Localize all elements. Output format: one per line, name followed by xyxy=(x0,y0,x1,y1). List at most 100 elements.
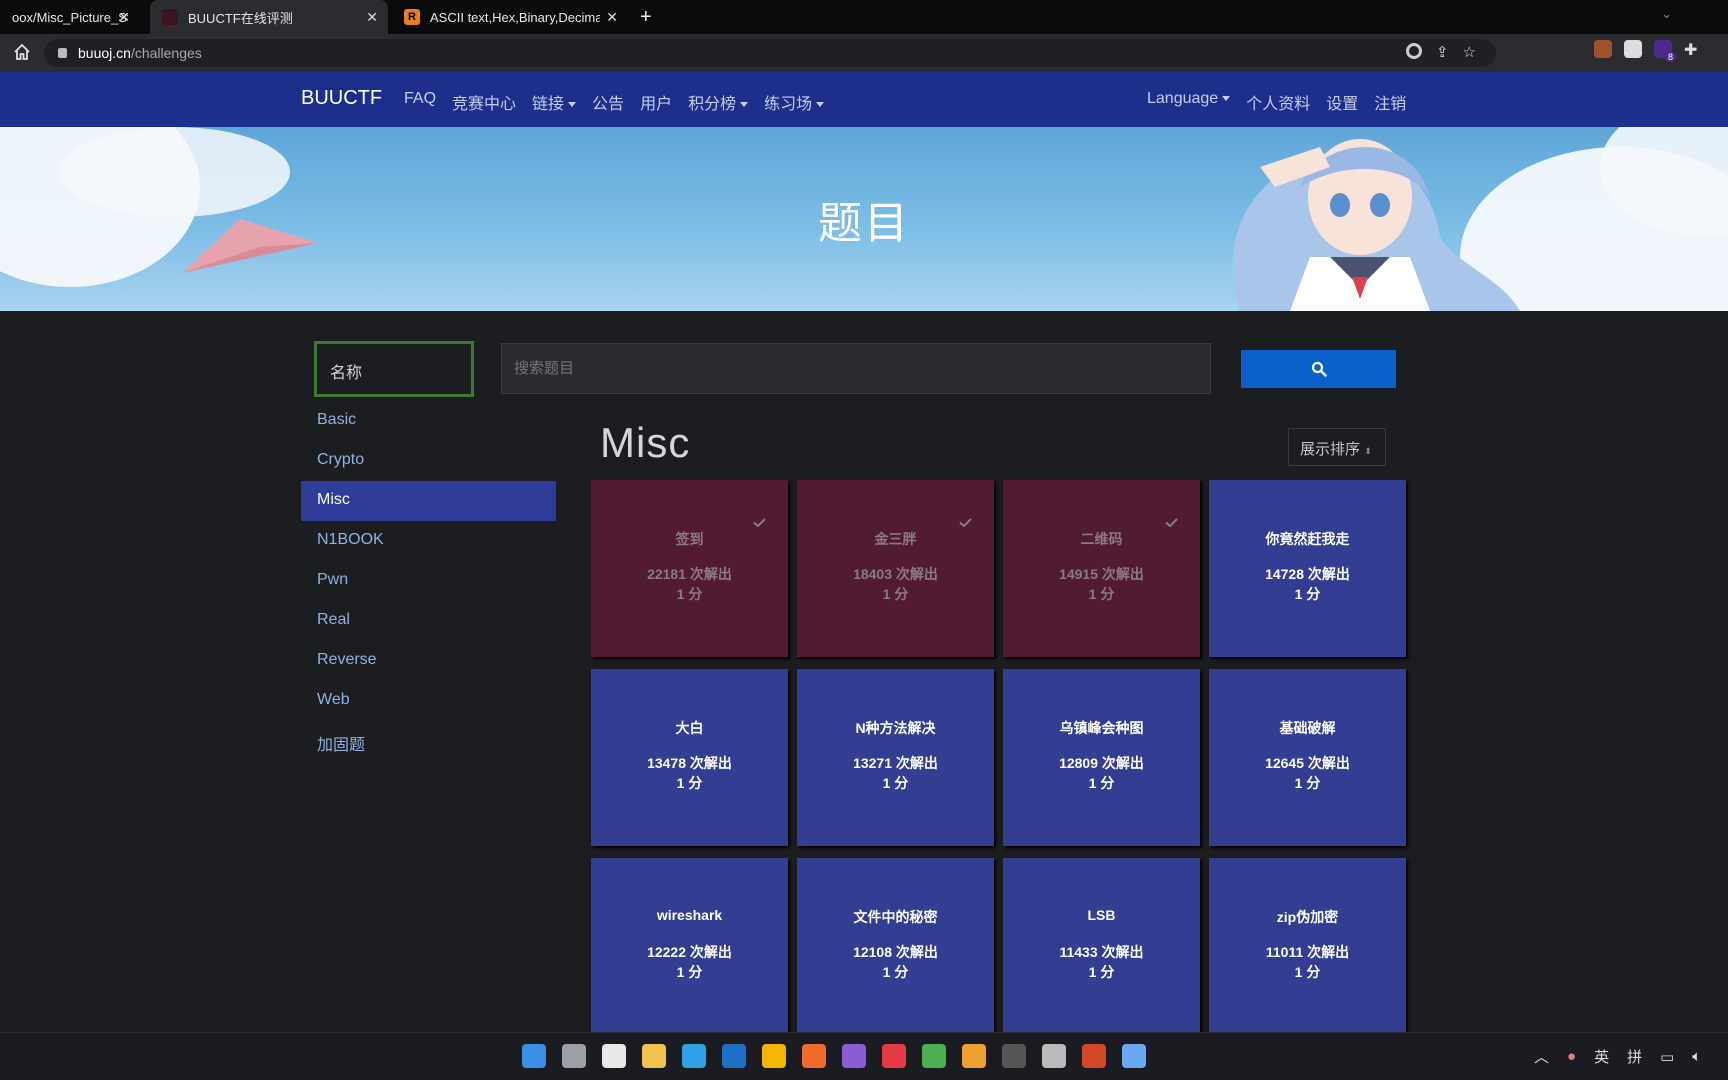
browser-tab-1[interactable]: oox/Misc_Picture_Stec ✕ xyxy=(0,0,140,34)
nav-item-left-3[interactable]: 公告 xyxy=(592,90,624,114)
windows-taskbar: ︿ ● 英 拼 ▭ 🔈︎ xyxy=(0,1032,1728,1080)
browser-tab-2[interactable]: BUUCTF在线评测 ✕ xyxy=(150,0,388,34)
task-view-icon[interactable] xyxy=(562,1044,586,1068)
nav-item-left-2[interactable]: 链接 xyxy=(532,90,577,114)
obs-icon[interactable] xyxy=(1002,1044,1026,1068)
url-text[interactable]: buuoj.cn/challenges xyxy=(78,45,202,61)
lock-icon xyxy=(58,48,67,58)
ime-mode[interactable]: 拼 xyxy=(1627,1046,1642,1067)
usb-drive-icon[interactable] xyxy=(1042,1044,1066,1068)
challenge-card[interactable]: wireshark 12222 次解出 1 分 xyxy=(591,858,788,1032)
netease-music-icon[interactable] xyxy=(882,1044,906,1068)
sort-select[interactable]: 展示排序 ⬍ xyxy=(1288,428,1386,466)
search-input[interactable] xyxy=(501,343,1211,394)
nav-item-label: 积分榜 xyxy=(688,96,737,113)
microphone-icon[interactable]: ● xyxy=(1567,1048,1576,1065)
system-tray: ︿ ● 英 拼 ▭ 🔈︎ xyxy=(1534,1046,1701,1067)
challenge-card[interactable]: 你竟然赶我走 14728 次解出 1 分 xyxy=(1209,480,1406,657)
tray-expand-icon[interactable]: ︿ xyxy=(1534,1046,1549,1067)
store-icon[interactable] xyxy=(602,1044,626,1068)
nav-item-right-0[interactable]: Language xyxy=(1147,90,1231,114)
challenge-solves: 12222 次解出 xyxy=(647,944,732,960)
file-explorer-icon[interactable] xyxy=(642,1044,666,1068)
chrome-icon[interactable] xyxy=(762,1044,786,1068)
qr-extension-icon[interactable] xyxy=(1624,40,1642,58)
challenge-card[interactable]: LSB 11433 次解出 1 分 xyxy=(1003,858,1200,1032)
close-tab-icon[interactable]: ✕ xyxy=(606,9,618,26)
notepad-icon[interactable] xyxy=(1122,1044,1146,1068)
challenge-card[interactable]: 金三胖 18403 次解出 1 分 xyxy=(797,480,994,657)
challenge-card[interactable]: 乌镇峰会种图 12809 次解出 1 分 xyxy=(1003,669,1200,846)
remote-desktop-icon[interactable] xyxy=(962,1044,986,1068)
vpn-icon[interactable] xyxy=(722,1044,746,1068)
google-lens-icon[interactable] xyxy=(1405,43,1422,59)
extension-badge-icon[interactable]: 8 xyxy=(1654,40,1676,62)
address-bar[interactable]: buuoj.cn/challenges ⇪ ☆ xyxy=(44,39,1496,67)
challenge-card[interactable]: 签到 22181 次解出 1 分 xyxy=(591,480,788,657)
close-tab-icon[interactable]: ✕ xyxy=(366,9,378,26)
category-item[interactable]: Web xyxy=(301,681,556,721)
challenge-points: 1 分 xyxy=(676,775,703,791)
category-item[interactable]: Real xyxy=(301,601,556,641)
nav-left-menu: FAQ 竞赛中心 链接 公告 用户 积分榜 练习场 xyxy=(404,90,825,114)
challenge-points: 1 分 xyxy=(676,586,703,602)
category-item[interactable]: N1BOOK xyxy=(301,521,556,561)
nav-item-label: 公告 xyxy=(592,96,625,113)
challenge-card[interactable]: N种方法解决 13271 次解出 1 分 xyxy=(797,669,994,846)
browser-tab-strip: oox/Misc_Picture_Stec ✕ BUUCTF在线评测 ✕ R A… xyxy=(0,0,1728,34)
ime-language[interactable]: 英 xyxy=(1594,1046,1609,1067)
nav-item-right-3[interactable]: 注销 xyxy=(1374,90,1406,114)
r-favicon-icon: R xyxy=(404,9,420,25)
browser-tab-3[interactable]: R ASCII text,Hex,Binary,Decimal, ✕ xyxy=(392,0,628,34)
visual-studio-icon[interactable] xyxy=(842,1044,866,1068)
search-field-select[interactable]: 名称 xyxy=(314,341,474,397)
chrome-dev-icon[interactable] xyxy=(922,1044,946,1068)
firefox-icon[interactable] xyxy=(802,1044,826,1068)
powerpoint-icon[interactable] xyxy=(1082,1044,1106,1068)
nav-item-right-2[interactable]: 设置 xyxy=(1326,90,1358,114)
tab-search-icon[interactable]: ⌄ xyxy=(1661,6,1672,22)
puzzle-extensions-icon[interactable]: ✚ xyxy=(1684,40,1697,60)
nav-item-label: 个人资料 xyxy=(1246,96,1311,113)
search-button[interactable] xyxy=(1241,350,1396,388)
check-icon xyxy=(1165,518,1178,527)
challenge-card[interactable]: 大白 13478 次解出 1 分 xyxy=(591,669,788,846)
bookmark-star-icon[interactable]: ☆ xyxy=(1463,43,1476,61)
nav-item-left-5[interactable]: 积分榜 xyxy=(688,90,749,114)
volume-icon[interactable]: 🔈︎ xyxy=(1692,1048,1701,1065)
network-icon[interactable]: ▭ xyxy=(1660,1048,1674,1066)
home-icon[interactable] xyxy=(12,42,32,62)
close-tab-icon[interactable]: ✕ xyxy=(118,9,130,26)
new-tab-button[interactable]: + xyxy=(640,6,652,29)
category-item[interactable]: Crypto xyxy=(301,441,556,481)
nav-item-left-6[interactable]: 练习场 xyxy=(764,90,825,114)
brand-logo[interactable]: BUUCTF xyxy=(301,87,382,110)
edge-icon[interactable] xyxy=(682,1044,706,1068)
challenge-points: 1 分 xyxy=(882,964,909,980)
site-navbar: BUUCTF FAQ 竞赛中心 链接 公告 用户 积分榜 练习场 Language 个人资料设… xyxy=(0,72,1728,127)
nav-item-right-1[interactable]: 个人资料 xyxy=(1246,90,1310,114)
nav-item-label: 设置 xyxy=(1326,96,1359,113)
category-item[interactable]: 加固题 xyxy=(301,721,556,761)
nav-item-left-4[interactable]: 用户 xyxy=(640,90,672,114)
challenge-points: 1 分 xyxy=(882,775,909,791)
nav-item-label: 练习场 xyxy=(764,96,813,113)
url-path: /challenges xyxy=(130,45,202,61)
challenge-card[interactable]: 基础破解 12645 次解出 1 分 xyxy=(1209,669,1406,846)
challenge-name: zip伪加密 xyxy=(1276,909,1339,925)
category-item[interactable]: Misc xyxy=(301,481,556,521)
nav-item-label: FAQ xyxy=(404,90,437,107)
check-icon xyxy=(959,518,972,527)
challenge-card[interactable]: zip伪加密 11011 次解出 1 分 xyxy=(1209,858,1406,1032)
challenge-card[interactable]: 二维码 14915 次解出 1 分 xyxy=(1003,480,1200,657)
category-item[interactable]: Basic xyxy=(301,401,556,441)
browser-toolbar: buuoj.cn/challenges ⇪ ☆ 8 ✚ xyxy=(0,34,1728,72)
nav-item-left-1[interactable]: 竞赛中心 xyxy=(452,90,516,114)
nav-item-left-0[interactable]: FAQ xyxy=(404,90,436,114)
share-icon[interactable]: ⇪ xyxy=(1436,43,1449,61)
windows-start-icon[interactable] xyxy=(522,1044,546,1068)
challenge-card[interactable]: 文件中的秘密 12108 次解出 1 分 xyxy=(797,858,994,1032)
category-item[interactable]: Reverse xyxy=(301,641,556,681)
category-item[interactable]: Pwn xyxy=(301,561,556,601)
cookie-extension-icon[interactable] xyxy=(1594,40,1612,58)
